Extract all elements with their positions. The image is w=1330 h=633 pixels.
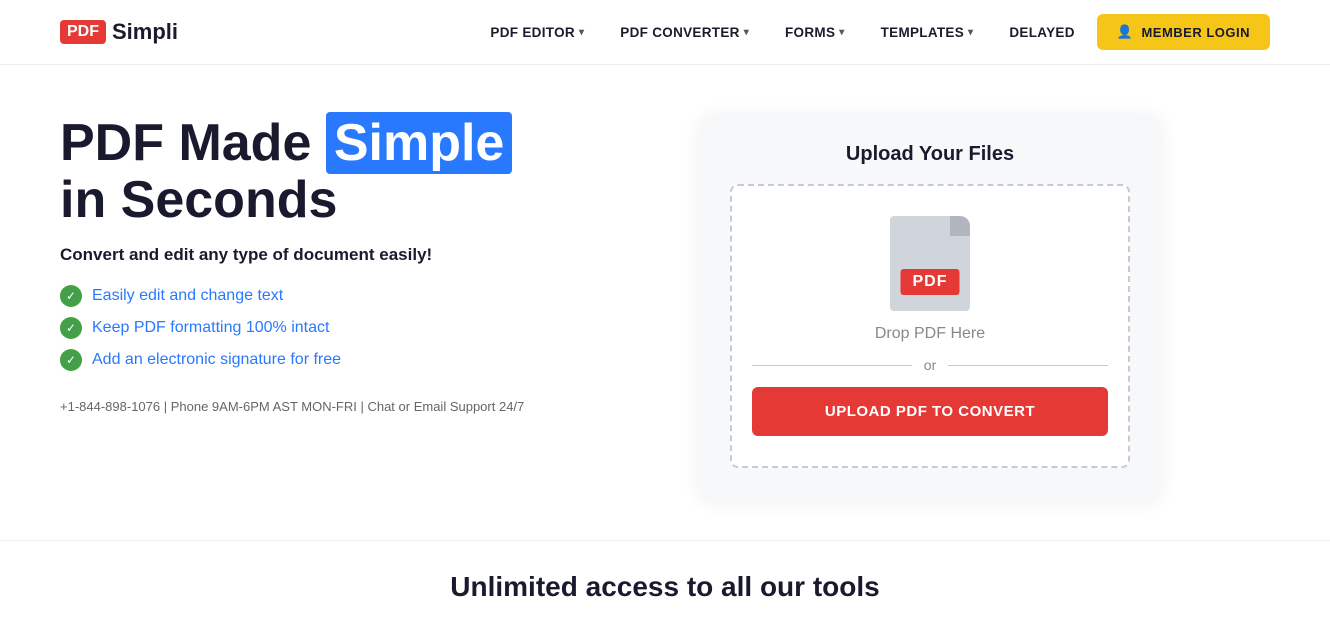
- left-section: PDF Made Simple in Seconds Convert and e…: [60, 115, 620, 414]
- bottom-section: Unlimited access to all our tools: [0, 540, 1330, 633]
- check-icon: ✓: [60, 349, 82, 371]
- nav-item-forms[interactable]: FORMS ▾: [771, 17, 859, 48]
- nav-item-pdf-editor[interactable]: PDF EDITOR ▾: [476, 17, 598, 48]
- divider-line-left: [752, 365, 912, 366]
- nav-item-pdf-converter[interactable]: PDF CONVERTER ▾: [606, 17, 763, 48]
- or-text: or: [924, 357, 936, 373]
- pdf-file-icon: PDF: [890, 216, 970, 311]
- main-nav: PDF EDITOR ▾ PDF CONVERTER ▾ FORMS ▾ TEM…: [476, 14, 1270, 50]
- bottom-title: Unlimited access to all our tools: [60, 571, 1270, 603]
- nav-item-templates[interactable]: TEMPLATES ▾: [867, 17, 988, 48]
- feature-item-1: ✓ Easily edit and change text: [60, 285, 620, 307]
- feature-item-2: ✓ Keep PDF formatting 100% intact: [60, 317, 620, 339]
- check-icon: ✓: [60, 317, 82, 339]
- upload-title: Upload Your Files: [730, 143, 1130, 166]
- pdf-icon-label: PDF: [901, 269, 960, 295]
- nav-item-delayed[interactable]: DELAYED: [995, 17, 1088, 48]
- divider-line-right: [948, 365, 1108, 366]
- logo[interactable]: PDF Simpli: [60, 19, 178, 45]
- logo-simpli: Simpli: [112, 19, 178, 45]
- hero-subtitle: Convert and edit any type of document ea…: [60, 245, 620, 265]
- contact-info: +1-844-898-1076 | Phone 9AM-6PM AST MON-…: [60, 399, 620, 414]
- upload-pdf-button[interactable]: UPLOAD PDF TO CONVERT: [752, 387, 1108, 436]
- check-icon: ✓: [60, 285, 82, 307]
- chevron-down-icon: ▾: [579, 27, 584, 38]
- feature-item-3: ✓ Add an electronic signature for free: [60, 349, 620, 371]
- hero-title-part1: PDF Made: [60, 114, 326, 172]
- user-icon: 👤: [1117, 24, 1134, 40]
- or-divider: or: [752, 357, 1108, 373]
- drop-zone[interactable]: PDF Drop PDF Here or UPLOAD PDF TO CONVE…: [730, 184, 1130, 468]
- chevron-down-icon: ▾: [968, 27, 973, 38]
- hero-title: PDF Made Simple in Seconds: [60, 115, 620, 229]
- logo-pdf: PDF: [60, 20, 106, 44]
- chevron-down-icon: ▾: [839, 27, 844, 38]
- member-login-button[interactable]: 👤 MEMBER LOGIN: [1097, 14, 1270, 50]
- main-content: PDF Made Simple in Seconds Convert and e…: [0, 65, 1330, 540]
- hero-title-part2: in Seconds: [60, 171, 337, 229]
- upload-section: Upload Your Files PDF Drop PDF Here or U…: [700, 115, 1160, 500]
- drop-text: Drop PDF Here: [875, 325, 985, 343]
- chevron-down-icon: ▾: [744, 27, 749, 38]
- hero-title-highlight: Simple: [326, 112, 513, 174]
- pdf-icon-fold: [950, 216, 970, 236]
- feature-list: ✓ Easily edit and change text ✓ Keep PDF…: [60, 285, 620, 371]
